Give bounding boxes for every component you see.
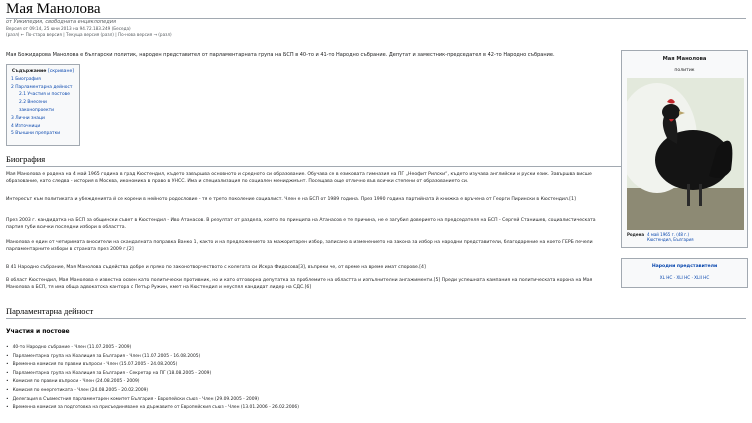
navbox-links[interactable]: XL НС · XLI НС · XLII НС [622, 275, 747, 281]
list-item: Комисия по енергетиката - Член (24.08.20… [6, 387, 614, 396]
navbox-title[interactable]: Народни представители [622, 264, 747, 270]
list-item: Временна комисия по правни въпроси - Чле… [6, 361, 614, 370]
infobox-name: Мая Манолова [662, 56, 707, 62]
table-of-contents: Съдържание [скриване] 1 Биография 2 Парл… [6, 64, 80, 146]
toc-item[interactable]: 2.2 Внесени законопроекти [11, 99, 75, 115]
toc-item[interactable]: 1 Биография [11, 76, 75, 84]
toc-title: Съдържание [скриване] [11, 68, 75, 76]
section-divider [6, 318, 746, 319]
toc-item[interactable]: 4 Източници [11, 123, 75, 131]
section-heading-parliament: Парламентарна дейност [6, 306, 94, 316]
toc-item[interactable]: 2 Парламентарна дейност [11, 84, 75, 92]
list-item: Парламентарна група на Коалиция за Бълга… [6, 353, 614, 362]
toc-title-label: Съдържание [11, 69, 47, 74]
infobox-born-value: 4 май 1965 г. (48 г.) Кюстендил, Българи… [647, 232, 694, 242]
intro-paragraph: Мая Божидарова Манолова е български поли… [6, 52, 555, 58]
revision-line-2[interactable]: (разл) ← По-стара версия | Текуща версия… [6, 32, 172, 38]
bio-paragraph: В област Кюстендил, Мая Манолова е извес… [6, 278, 593, 290]
section-heading-biography: Биография [6, 154, 46, 164]
born-place-link[interactable]: Кюстендил, България [647, 237, 694, 242]
section-divider [6, 166, 621, 167]
toc-item[interactable]: 3 Лични знаци [11, 115, 75, 123]
infobox-born-label: Родена [627, 232, 645, 237]
bio-paragraph: Манолова е един от четиримата вносители … [6, 240, 593, 252]
hen-photo-icon [627, 78, 744, 230]
list-item: Делегация в Съвместния парламентарен ком… [6, 396, 614, 405]
infobox-role: политик [674, 68, 695, 73]
navbox-mp: Народни представители XL НС · XLI НС · X… [621, 258, 748, 288]
toc-hide-link[interactable]: [скриване] [48, 69, 74, 74]
wiki-article-page: Мая Манолова от Уикипедия, свободната ен… [0, 0, 752, 423]
bio-paragraph: Интересът към политиката и убежденията й… [6, 197, 576, 202]
posts-list: 40-то Народно събрание - Член (11.07.200… [6, 344, 614, 413]
page-title: Мая Манолова [6, 1, 101, 17]
list-item: Парламентарна група на Коалиция за Бълга… [6, 370, 614, 379]
list-item: Комисия по правни въпроси - Член (24.08.… [6, 378, 614, 387]
subsection-heading-posts: Участия и постове [6, 328, 70, 335]
toc-item[interactable]: 5 Външни препратки [11, 130, 75, 138]
list-item: Временна комисия за подготовка на присъе… [6, 404, 614, 413]
title-divider [6, 18, 746, 19]
revision-info: Версия от 09:14, 25 юни 2013 на 94.72.18… [6, 26, 172, 37]
infobox: Мая Манолова политик Родена 4 май 1965 г… [621, 50, 748, 248]
bio-paragraph: В 41 Народно събрание, Мая Манолова съде… [6, 265, 426, 270]
bio-paragraph: Мая Манолова е родена на 4 май 1965 годи… [6, 172, 592, 184]
page-subtitle: от Уикипедия, свободната енциклопедия [6, 19, 116, 25]
bio-paragraph: През 2003 г. кандидатка на БСП за общинс… [6, 218, 596, 230]
list-item: 40-то Народно събрание - Член (11.07.200… [6, 344, 614, 353]
toc-item[interactable]: 2.1 Участия и постове [11, 91, 75, 99]
infobox-photo[interactable] [627, 78, 744, 230]
